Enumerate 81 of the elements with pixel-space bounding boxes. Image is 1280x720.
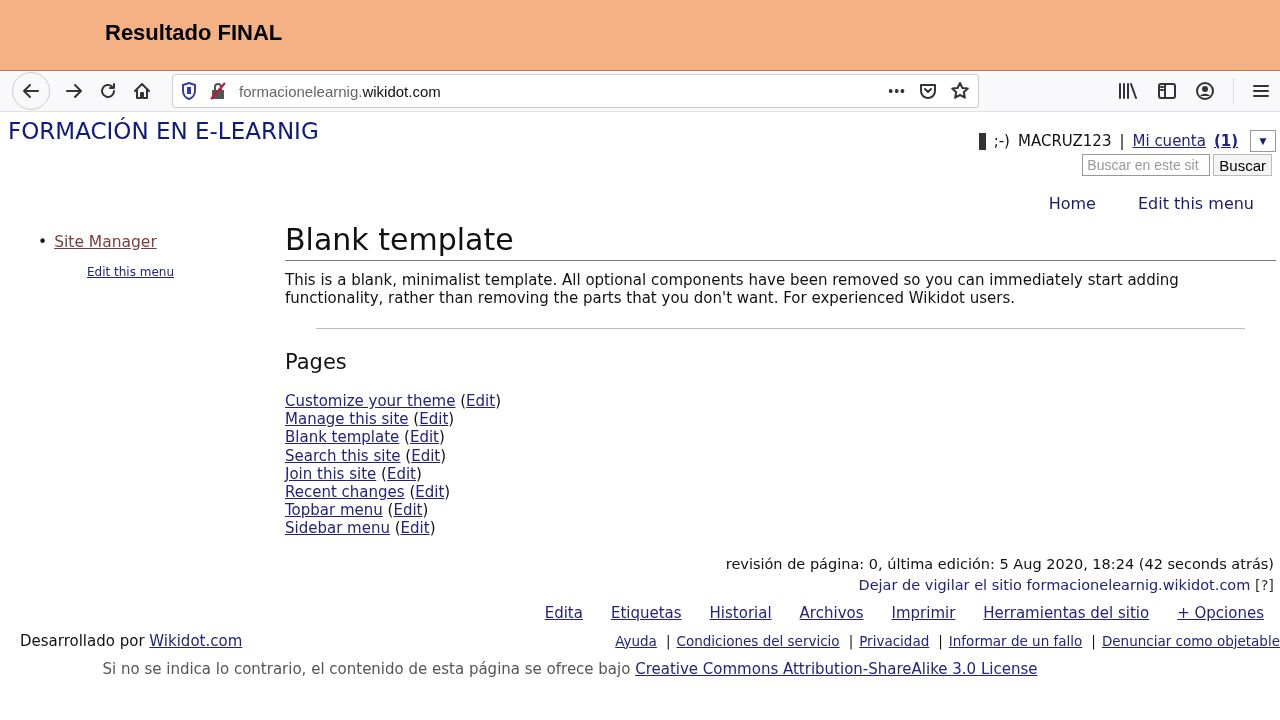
- page-entry: Topbar menu (Edit): [285, 501, 429, 520]
- page-link[interactable]: Recent changes: [285, 483, 405, 501]
- page-entry: Blank template (Edit): [285, 428, 445, 447]
- edit-link[interactable]: Edit: [386, 464, 416, 483]
- url-text: formacionelearnig.wikidot.com: [239, 82, 441, 100]
- page-link[interactable]: Join this site: [285, 464, 377, 483]
- section-heading: Pages: [285, 350, 348, 374]
- page-link[interactable]: Blank template: [285, 428, 400, 447]
- revision-info: revisión de página: 0, última edición: 5 Aug 2020, 18:24 (42 seconds atrás): [725, 554, 1274, 574]
- separator: |: [1091, 632, 1096, 649]
- account-link[interactable]: Mi cuenta: [1132, 132, 1206, 150]
- edit-link[interactable]: Edit: [415, 483, 445, 501]
- edit-link[interactable]: Edit: [419, 410, 449, 429]
- avatar-icon: [978, 132, 986, 150]
- star-icon[interactable]: [950, 81, 970, 101]
- page-option-link[interactable]: Historial: [709, 603, 772, 622]
- footer-link[interactable]: Condiciones del servicio: [676, 632, 840, 649]
- page-option-link[interactable]: Etiquetas: [610, 603, 682, 622]
- edit-link[interactable]: Edit: [411, 446, 441, 465]
- home-icon[interactable]: [132, 81, 152, 101]
- user-emote: ;-): [993, 132, 1010, 150]
- page-link[interactable]: Topbar menu: [285, 501, 383, 520]
- separator: |: [848, 632, 854, 649]
- search-field[interactable]: Buscar en este sit: [1082, 154, 1211, 176]
- sidebar-icon[interactable]: [1157, 81, 1177, 101]
- page-title: Blank template: [285, 220, 1276, 261]
- page-option-link[interactable]: + Opciones: [1177, 603, 1264, 622]
- intro-text: This is a blank, minimalist template. All optional components have been removed so you can immediately start adding functionality, rather than removing the parts that you don't want. For experienced Wikidot users.: [285, 271, 1180, 307]
- help-link[interactable]: [?]: [1255, 576, 1274, 593]
- list-bullet: •: [38, 233, 48, 251]
- separator: |: [1119, 132, 1125, 150]
- separator: |: [938, 632, 943, 649]
- pocket-icon[interactable]: [918, 81, 938, 101]
- back-arrow-icon: [21, 81, 41, 101]
- footer-link[interactable]: Denunciar como objetable: [1101, 632, 1280, 649]
- account-menu-button[interactable]: ▼: [1250, 130, 1276, 152]
- search-button[interactable]: Buscar: [1213, 154, 1272, 176]
- page-entry: Customize your theme (Edit): [285, 392, 501, 411]
- top-menu-link[interactable]: Edit this menu: [1137, 194, 1254, 213]
- notifications-link[interactable]: (1): [1213, 132, 1239, 150]
- footer-link[interactable]: Informar de un fallo: [948, 632, 1083, 649]
- page-option-link[interactable]: Edita: [544, 603, 583, 622]
- library-icon[interactable]: [1117, 81, 1139, 101]
- page-entry: Search this site (Edit): [285, 446, 447, 465]
- site-title: FORMACIÓN EN E-LEARNIG: [8, 118, 319, 146]
- page-option-link[interactable]: Herramientas del sitio: [983, 603, 1150, 622]
- forward-icon[interactable]: [64, 81, 84, 101]
- edit-link[interactable]: Edit: [393, 501, 423, 520]
- edit-link[interactable]: Edit: [400, 519, 430, 538]
- license-text: Si no se indica lo contrario, el contenido de esta página se ofrece bajo Creative Commons Attribution-ShareAlike 3.0 License: [102, 659, 1038, 678]
- page-actions-button[interactable]: •••: [888, 83, 906, 99]
- page-link[interactable]: Customize your theme: [285, 392, 456, 410]
- page-option-link[interactable]: Imprimir: [891, 603, 956, 622]
- edit-menu-link[interactable]: Edit this menu: [87, 265, 175, 279]
- account-icon[interactable]: [1195, 81, 1215, 101]
- page-entry: Join this site (Edit): [285, 464, 422, 483]
- page-option-link[interactable]: Archivos: [799, 603, 864, 622]
- page-link[interactable]: Sidebar menu: [285, 519, 390, 538]
- edit-link[interactable]: Edit: [409, 428, 439, 447]
- page-link[interactable]: Search this site: [285, 446, 401, 465]
- menu-icon[interactable]: [1252, 82, 1270, 100]
- edit-link[interactable]: Edit: [466, 392, 496, 410]
- wikidot-link[interactable]: Wikidot.com: [149, 631, 243, 650]
- shield-icon[interactable]: [181, 82, 197, 100]
- reload-icon[interactable]: [98, 81, 118, 101]
- license-link[interactable]: Creative Commons Attribution-ShareAlike 3.0 License: [635, 659, 1038, 678]
- page-entry: Sidebar menu (Edit): [285, 519, 436, 538]
- slide-title: Resultado FINAL: [105, 20, 283, 46]
- separator: |: [665, 632, 671, 649]
- address-bar[interactable]: formacionelearnig.wikidot.com •••: [172, 74, 979, 108]
- top-menu-link[interactable]: Home: [1048, 194, 1096, 213]
- page-entry: Manage this site (Edit): [285, 410, 455, 429]
- insecure-lock-icon[interactable]: [209, 82, 227, 100]
- page-entry: Recent changes (Edit): [285, 483, 451, 502]
- page-link[interactable]: Manage this site: [285, 410, 409, 429]
- powered-by-text: Desarrollado por Wikidot.com: [20, 631, 243, 650]
- footer-link[interactable]: Privacidad: [859, 632, 930, 649]
- username: MACRUZ123: [1017, 132, 1112, 150]
- sidebar-link[interactable]: Site Manager: [54, 233, 157, 251]
- footer-link[interactable]: Ayuda: [615, 632, 657, 649]
- unwatch-link[interactable]: Dejar de vigilar el sitio formacionelearnig.wikidot.com: [858, 576, 1251, 593]
